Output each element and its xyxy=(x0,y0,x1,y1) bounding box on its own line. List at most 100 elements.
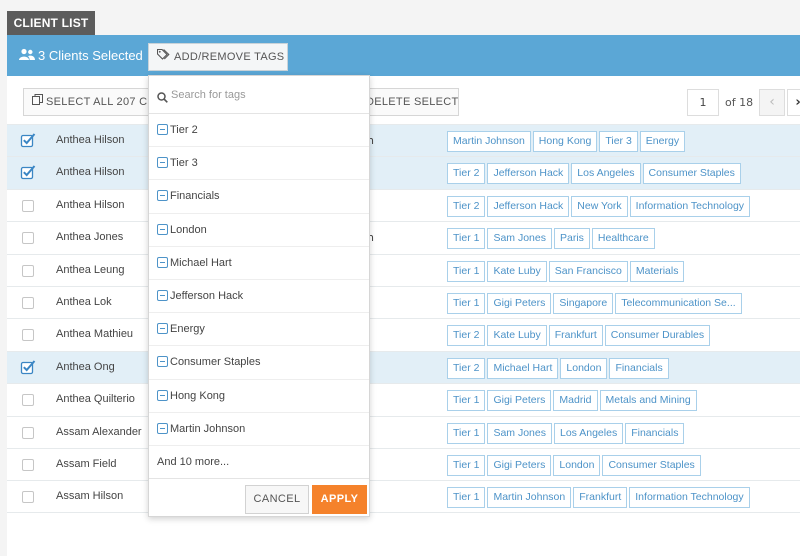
row-checkbox-checked[interactable] xyxy=(20,359,36,375)
tag-chip[interactable]: Singapore xyxy=(553,292,614,314)
row-checkbox[interactable] xyxy=(22,491,34,504)
client-name[interactable]: Anthea Hilson xyxy=(56,125,125,156)
tag-chip[interactable]: San Francisco xyxy=(548,260,628,282)
delete-selected-button[interactable]: DELETE SELECTED xyxy=(357,88,459,116)
client-name[interactable]: Assam Hilson xyxy=(56,481,123,512)
tag-chip[interactable]: Tier 1 xyxy=(447,390,486,412)
row-checkbox[interactable] xyxy=(22,296,34,309)
tag-chip[interactable]: Financials xyxy=(625,422,685,444)
row-checkbox[interactable] xyxy=(22,394,34,407)
tag-chip[interactable]: Sam Jones xyxy=(487,422,552,444)
tag-chip[interactable]: Frankfurt xyxy=(573,487,628,509)
tag-chip[interactable]: Jefferson Hack xyxy=(487,195,570,217)
minus-square-icon[interactable] xyxy=(157,289,168,301)
select-all-button[interactable]: SELECT ALL 207 CLIENTS xyxy=(23,88,149,116)
tag-chip[interactable]: Kate Luby xyxy=(487,260,547,282)
more-tags-link[interactable]: And 10 more... xyxy=(149,446,369,479)
tag-chip[interactable]: Tier 2 xyxy=(447,357,486,379)
tag-chip[interactable]: Consumer Durables xyxy=(604,325,711,347)
row-checkbox[interactable] xyxy=(22,329,34,342)
client-name[interactable]: Anthea Jones xyxy=(56,222,123,253)
table-row[interactable]: Assam Alexander Tier 1 Sam Jones Los Angele… xyxy=(7,415,800,448)
client-name[interactable]: Anthea Quilterio xyxy=(56,384,135,415)
minus-square-icon[interactable] xyxy=(157,124,168,135)
tag-search-input[interactable] xyxy=(171,84,361,106)
minus-square-icon[interactable] xyxy=(157,389,168,401)
add-remove-tags-button[interactable]: ADD/REMOVE TAGS xyxy=(148,43,288,71)
table-row[interactable]: Anthea Mathieu Tier 2 Kate Luby Frankfurt Co… xyxy=(7,318,800,350)
tag-chip[interactable]: Financials xyxy=(609,357,669,379)
tag-chip[interactable]: London xyxy=(560,357,608,379)
tag-option[interactable]: Martin Johnson xyxy=(149,413,369,446)
client-name[interactable]: Anthea Ong xyxy=(56,352,115,383)
tag-chip[interactable]: Tier 1 xyxy=(447,422,486,444)
tag-chip[interactable]: Paris xyxy=(553,228,590,250)
client-name[interactable]: Anthea Lok xyxy=(56,287,112,318)
tag-chip[interactable]: Madrid xyxy=(553,390,598,412)
tag-chip[interactable]: New York xyxy=(571,195,628,217)
cancel-button[interactable]: CANCEL xyxy=(245,484,309,514)
row-checkbox-checked[interactable] xyxy=(20,132,36,148)
tag-chip[interactable]: Information Technology xyxy=(629,195,751,217)
table-row[interactable]: Anthea Leung Tier 1 Kate Luby San Francisco… xyxy=(7,253,800,286)
client-name[interactable]: Assam Alexander xyxy=(56,417,142,448)
tag-chip[interactable]: Tier 1 xyxy=(447,260,486,282)
tag-option[interactable]: Financials xyxy=(149,180,369,214)
row-checkbox[interactable] xyxy=(22,264,34,277)
tag-chip[interactable]: Metals and Mining xyxy=(599,390,697,412)
tag-option[interactable]: Energy xyxy=(149,313,369,347)
page-number-input[interactable]: 1 xyxy=(687,89,719,116)
tag-chip[interactable]: Tier 2 xyxy=(447,325,486,347)
row-checkbox[interactable] xyxy=(22,458,34,471)
tag-chip[interactable]: Frankfurt xyxy=(548,325,603,347)
tag-chip[interactable]: Martin Johnson xyxy=(487,487,572,509)
minus-square-icon[interactable] xyxy=(157,190,168,202)
tag-chip[interactable]: Consumer Staples xyxy=(602,454,701,476)
tag-chip[interactable]: Information Technology xyxy=(629,487,750,509)
minus-square-icon[interactable] xyxy=(157,256,168,268)
apply-button[interactable]: APPLY xyxy=(312,484,367,514)
tag-chip[interactable]: Tier 2 xyxy=(447,195,486,217)
tag-chip[interactable]: Tier 1 xyxy=(447,292,486,314)
table-row[interactable]: Anthea Quilterio Tier 1 Gigi Peters Madrid M… xyxy=(7,383,800,415)
table-row[interactable]: Anthea Hilson Tier 2 Jefferson Hack Los Ang… xyxy=(7,156,800,189)
tag-chip[interactable]: Michael Hart xyxy=(487,357,559,379)
tag-option[interactable]: Consumer Staples xyxy=(149,346,369,380)
row-checkbox[interactable] xyxy=(22,199,34,212)
client-name[interactable]: Anthea Hilson xyxy=(56,190,125,221)
client-name[interactable]: Anthea Leung xyxy=(56,255,125,286)
table-row[interactable]: Assam Field Tier 1 Gigi Peters London Consum… xyxy=(7,447,800,480)
tag-chip[interactable]: Tier 2 xyxy=(447,163,486,185)
tag-chip[interactable]: Gigi Peters xyxy=(487,390,552,412)
minus-square-icon[interactable] xyxy=(157,157,168,169)
table-row[interactable]: Anthea Ong Tier 2 Michael Hart London Financ… xyxy=(7,350,800,384)
tag-chip[interactable]: Materials xyxy=(629,260,685,282)
tag-option[interactable]: Jefferson Hack xyxy=(149,280,369,314)
tag-chip[interactable]: Tier 3 xyxy=(599,131,638,152)
tag-chip[interactable]: Gigi Peters xyxy=(487,454,552,476)
minus-square-icon[interactable] xyxy=(157,323,168,335)
tag-chip[interactable]: Tier 1 xyxy=(447,228,486,250)
minus-square-icon[interactable] xyxy=(157,223,168,235)
tag-option[interactable]: London xyxy=(149,214,369,247)
tag-chip[interactable]: Tier 1 xyxy=(447,454,486,476)
tag-chip[interactable]: Los Angeles xyxy=(571,163,641,185)
row-checkbox[interactable] xyxy=(22,232,34,245)
client-name[interactable]: Anthea Hilson xyxy=(56,157,125,188)
tag-chip[interactable]: Gigi Peters xyxy=(487,292,552,314)
table-row[interactable]: Anthea Hilson Tier 2 Jefferson Hack New Yor… xyxy=(7,188,800,221)
tag-chip[interactable]: London xyxy=(553,454,601,476)
tag-chip[interactable]: Sam Jones xyxy=(487,228,552,250)
tag-chip[interactable]: Los Angeles xyxy=(553,422,624,444)
table-row[interactable]: Anthea Lok Tier 1 Gigi Peters Singapore Tele… xyxy=(7,285,800,318)
row-checkbox-checked[interactable] xyxy=(20,164,36,180)
row-checkbox[interactable] xyxy=(22,426,34,439)
tag-chip[interactable]: Telecommunication Se... xyxy=(615,292,742,314)
client-name[interactable]: Assam Field xyxy=(56,449,117,480)
minus-square-icon[interactable] xyxy=(157,356,168,368)
chevron-right-icon[interactable]: › xyxy=(787,89,800,116)
chevron-left-icon[interactable]: ‹ xyxy=(759,89,785,116)
tag-chip[interactable]: Kate Luby xyxy=(487,325,547,347)
table-row[interactable]: Anthea Hilson n Martin Johnson Hong Kong Tie… xyxy=(7,124,800,157)
tag-option[interactable]: Hong Kong xyxy=(149,380,369,413)
